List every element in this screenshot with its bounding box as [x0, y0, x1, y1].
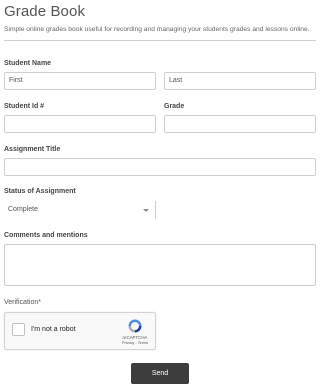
status-select[interactable]: Complete	[4, 201, 156, 219]
comments-label: Comments and mentions	[4, 232, 88, 239]
recaptcha-logo-icon	[128, 319, 142, 333]
chevron-down-icon	[143, 209, 149, 212]
form-description: Simple online grades book useful for rec…	[4, 26, 310, 33]
required-asterisk: *	[38, 299, 41, 306]
student-id-input[interactable]	[4, 115, 156, 133]
send-button[interactable]: Send	[131, 363, 189, 384]
form-title: Grade Book	[4, 3, 86, 20]
grade-label: Grade	[164, 103, 185, 110]
verification-label: Verification*	[4, 299, 41, 306]
student-name-label: Student Name	[4, 60, 52, 67]
status-selected-value: Complete	[8, 206, 38, 213]
status-label: Status of Assignment	[4, 188, 76, 195]
recaptcha-widget: I'm not a robot reCAPTCHA Privacy - Term…	[4, 312, 156, 350]
verification-label-text: Verification	[4, 299, 39, 306]
recaptcha-checkbox[interactable]	[12, 323, 25, 336]
recaptcha-links[interactable]: Privacy - Terms	[117, 341, 153, 345]
recaptcha-label: I'm not a robot	[31, 326, 76, 333]
grade-input[interactable]	[164, 115, 316, 133]
comments-textarea[interactable]	[4, 244, 316, 286]
assignment-title-label: Assignment Title	[4, 146, 61, 153]
first-name-input[interactable]: First	[4, 72, 156, 90]
last-name-input[interactable]: Last	[164, 72, 316, 90]
assignment-title-input[interactable]	[4, 158, 316, 176]
student-id-label: Student Id #	[4, 103, 45, 110]
recaptcha-brand: reCAPTCHA	[122, 335, 148, 340]
title-divider	[4, 40, 316, 41]
